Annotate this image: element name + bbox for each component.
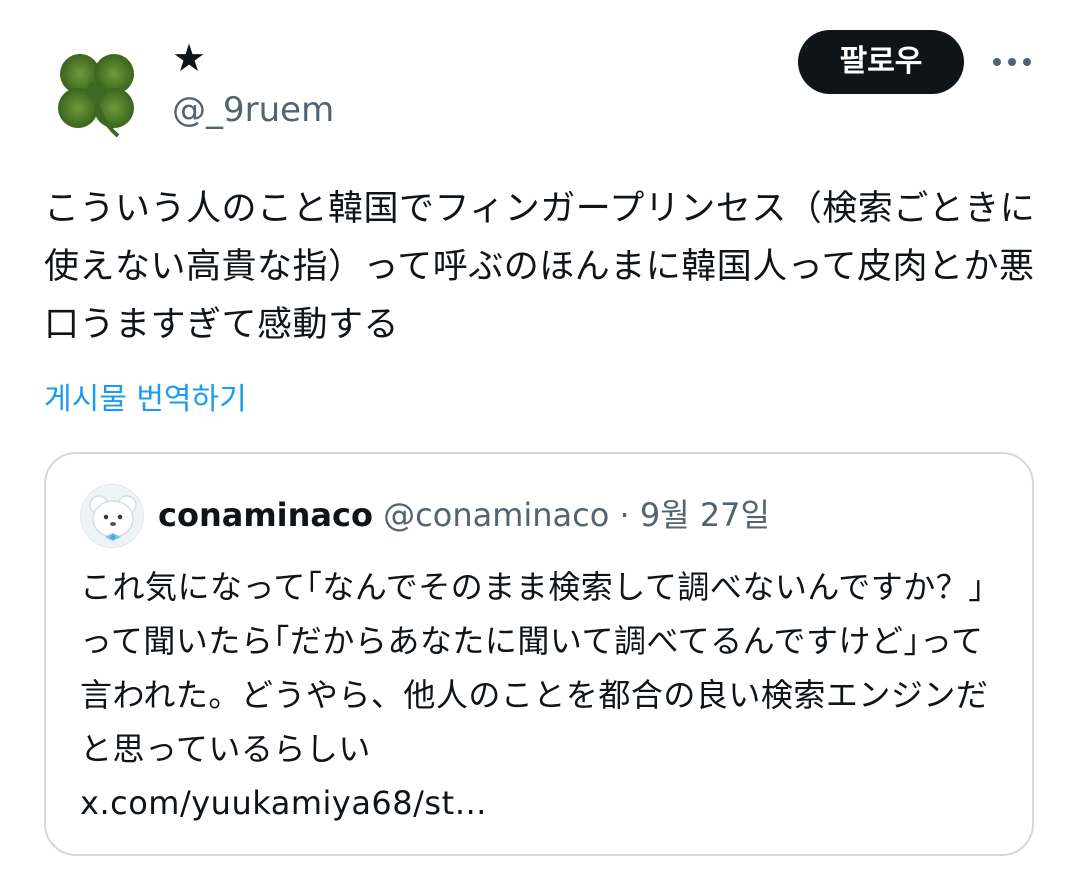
tweet: ★ @_9ruem 팔로우 こういう人のこと韓国でフィンガープリンセス（検索ごと… [0, 0, 1080, 885]
white-bear-icon [80, 484, 144, 548]
quoted-tweet-body: これ気になって｢なんでそのまま検索して調べないんですか？｣って聞いたら｢だからあ… [80, 560, 1010, 830]
more-options-icon[interactable] [986, 40, 1038, 84]
meta-separator: · [619, 496, 630, 534]
quoted-author-name[interactable]: conaminaco [158, 496, 373, 534]
user-handle[interactable]: @_9ruem [172, 88, 334, 132]
dot [993, 58, 1001, 66]
quoted-author-handle[interactable]: @conaminaco [383, 496, 609, 534]
quoted-tweet-header: conaminaco @conaminaco · 9월 27일 [158, 492, 770, 538]
follow-button[interactable]: 팔로우 [798, 30, 964, 94]
dot [1008, 58, 1016, 66]
four-leaf-clover-icon[interactable] [44, 40, 150, 146]
dot [1023, 58, 1031, 66]
quoted-tweet-date[interactable]: 9월 27일 [640, 496, 770, 534]
quoted-tweet-card[interactable]: conaminaco @conaminaco · 9월 27일 これ気になって｢… [44, 452, 1034, 856]
tweet-text: こういう人のこと韓国でフィンガープリンセス（検索ごときに使えない高貴な指）って呼… [44, 189, 1036, 345]
quoted-tweet-text: これ気になって｢なんでそのまま検索して調べないんですか？｣って聞いたら｢だからあ… [80, 568, 989, 768]
quoted-tweet-link[interactable]: x.com/yuukamiya68/st… [80, 776, 1010, 830]
display-name[interactable]: ★ [172, 34, 206, 82]
translate-post-link[interactable]: 게시물 번역하기 [44, 378, 247, 422]
